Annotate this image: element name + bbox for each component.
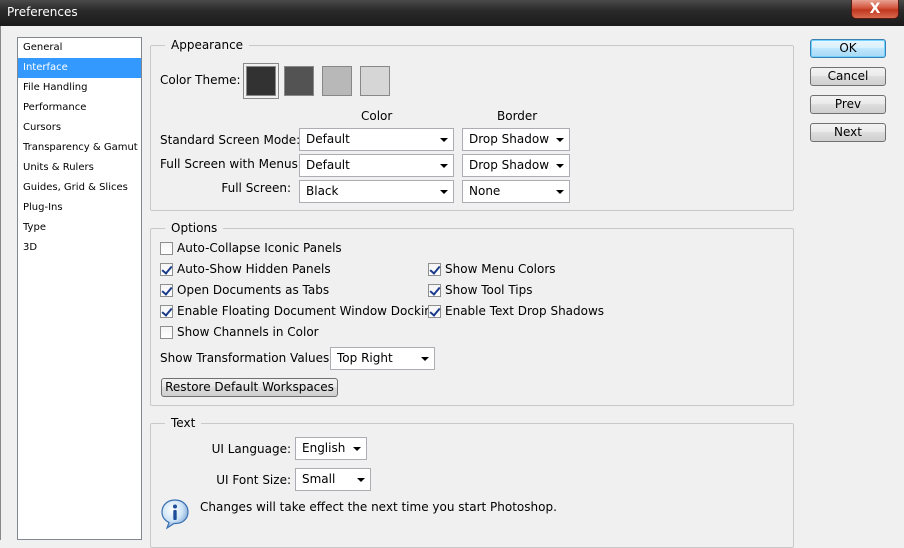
- chevron-down-icon: [556, 138, 564, 142]
- category-3d[interactable]: 3D: [18, 238, 141, 258]
- full-screen-menus-color-dropdown[interactable]: Default: [299, 154, 454, 177]
- theme-swatch-dark[interactable]: [284, 66, 314, 96]
- transform-values-label: Show Transformation Values:: [160, 351, 334, 365]
- open-tabs-checkbox[interactable]: Open Documents as Tabs: [160, 283, 329, 297]
- text-title: Text: [165, 416, 202, 430]
- category-list: General Interface File Handling Performa…: [17, 37, 142, 540]
- border-column-header: Border: [497, 109, 538, 123]
- text-shadows-checkbox[interactable]: Enable Text Drop Shadows: [428, 304, 604, 318]
- open-tabs-label: Open Documents as Tabs: [177, 283, 330, 297]
- category-guides-grid-slices[interactable]: Guides, Grid & Slices: [18, 178, 141, 198]
- menu-colors-checkbox[interactable]: Show Menu Colors: [428, 262, 556, 276]
- chevron-down-icon: [357, 478, 365, 482]
- title-bar: Preferences X: [0, 0, 904, 26]
- full-screen-border-value: None: [469, 184, 501, 198]
- full-screen-menus-border-dropdown[interactable]: Drop Shadow: [462, 154, 570, 177]
- ok-button[interactable]: OK: [810, 39, 886, 58]
- full-screen-border-dropdown[interactable]: None: [462, 180, 570, 203]
- menu-colors-label: Show Menu Colors: [445, 262, 556, 276]
- checkbox-box[interactable]: [160, 304, 173, 318]
- full-screen-label: Full Screen:: [221, 181, 291, 195]
- auto-collapse-label: Auto-Collapse Iconic Panels: [177, 241, 342, 255]
- checkbox-box[interactable]: [428, 262, 441, 276]
- restart-notice: Changes will take effect the next time y…: [200, 500, 557, 514]
- category-performance[interactable]: Performance: [18, 98, 141, 118]
- color-theme-label: Color Theme:: [160, 73, 241, 87]
- transform-values-dropdown[interactable]: Top Right: [330, 347, 435, 370]
- ui-font-size-value: Small: [302, 472, 336, 486]
- info-icon: [161, 499, 189, 530]
- chevron-down-icon: [440, 138, 448, 142]
- category-plug-ins[interactable]: Plug-Ins: [18, 198, 141, 218]
- checkbox-box[interactable]: [160, 241, 173, 255]
- tool-tips-checkbox[interactable]: Show Tool Tips: [428, 283, 532, 297]
- category-units-rulers[interactable]: Units & Rulers: [18, 158, 141, 178]
- theme-swatch-light[interactable]: [360, 66, 390, 96]
- standard-screen-border-value: Drop Shadow: [469, 132, 550, 146]
- ui-language-value: English: [302, 441, 346, 455]
- floating-docking-checkbox[interactable]: Enable Floating Document Window Docking: [160, 304, 440, 318]
- category-interface[interactable]: Interface: [18, 58, 141, 78]
- chevron-down-icon: [353, 447, 361, 451]
- checkbox-box[interactable]: [428, 304, 441, 318]
- chevron-down-icon: [421, 357, 429, 361]
- floating-docking-label: Enable Floating Document Window Docking: [177, 304, 440, 318]
- channels-color-label: Show Channels in Color: [177, 325, 319, 339]
- ui-language-dropdown[interactable]: English: [295, 437, 367, 460]
- channels-color-checkbox[interactable]: Show Channels in Color: [160, 325, 319, 339]
- theme-swatch-darkest[interactable]: [246, 66, 276, 96]
- checkbox-box[interactable]: [160, 325, 173, 339]
- close-button[interactable]: X: [851, 0, 899, 19]
- ui-font-size-dropdown[interactable]: Small: [295, 468, 371, 491]
- chevron-down-icon: [556, 190, 564, 194]
- theme-swatch-medium[interactable]: [322, 66, 352, 96]
- category-cursors[interactable]: Cursors: [18, 118, 141, 138]
- auto-show-checkbox[interactable]: Auto-Show Hidden Panels: [160, 262, 331, 276]
- appearance-title: Appearance: [165, 38, 250, 52]
- standard-screen-color-dropdown[interactable]: Default: [299, 128, 454, 151]
- standard-screen-border-dropdown[interactable]: Drop Shadow: [462, 128, 570, 151]
- chevron-down-icon: [440, 164, 448, 168]
- options-title: Options: [165, 221, 224, 235]
- window-title: Preferences: [7, 5, 78, 19]
- checkbox-box[interactable]: [160, 262, 173, 276]
- transform-values-value: Top Right: [337, 351, 393, 365]
- next-button[interactable]: Next: [810, 123, 886, 142]
- cancel-button[interactable]: Cancel: [810, 67, 886, 86]
- auto-show-label: Auto-Show Hidden Panels: [177, 262, 331, 276]
- standard-screen-mode-label: Standard Screen Mode:: [160, 133, 301, 147]
- checkbox-box[interactable]: [160, 283, 173, 297]
- tool-tips-label: Show Tool Tips: [445, 283, 533, 297]
- full-screen-menus-border-value: Drop Shadow: [469, 158, 550, 172]
- color-column-header: Color: [361, 109, 393, 123]
- text-shadows-label: Enable Text Drop Shadows: [445, 304, 605, 318]
- restore-workspaces-button[interactable]: Restore Default Workspaces: [161, 378, 338, 397]
- ui-language-label: UI Language:: [211, 442, 291, 456]
- full-screen-menus-color-value: Default: [306, 158, 350, 172]
- auto-collapse-checkbox[interactable]: Auto-Collapse Iconic Panels: [160, 241, 342, 255]
- ui-font-size-label: UI Font Size:: [216, 473, 291, 487]
- standard-screen-color-value: Default: [306, 132, 350, 146]
- checkbox-box[interactable]: [428, 283, 441, 297]
- prev-button[interactable]: Prev: [810, 95, 886, 114]
- chevron-down-icon: [440, 190, 448, 194]
- category-transparency-gamut[interactable]: Transparency & Gamut: [18, 138, 141, 158]
- full-screen-menus-label: Full Screen with Menus:: [160, 157, 302, 171]
- category-general[interactable]: General: [18, 38, 141, 58]
- full-screen-color-dropdown[interactable]: Black: [299, 180, 454, 203]
- category-type[interactable]: Type: [18, 218, 141, 238]
- chevron-down-icon: [556, 164, 564, 168]
- full-screen-color-value: Black: [306, 184, 339, 198]
- category-file-handling[interactable]: File Handling: [18, 78, 141, 98]
